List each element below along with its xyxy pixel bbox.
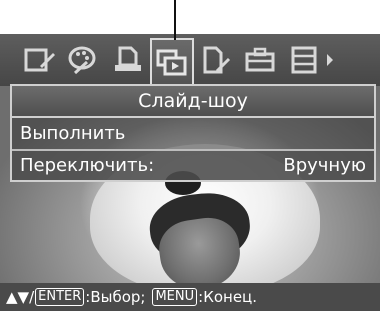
list-icon: [291, 46, 317, 74]
menu-tab-bar: [0, 34, 380, 86]
print-icon: [115, 46, 141, 71]
camera-screen: Слайд-шоу Выполнить Переключить: Вручную…: [0, 0, 380, 311]
toolbox-icon: [245, 47, 275, 72]
menu-item-execute[interactable]: Выполнить: [12, 118, 374, 149]
menu-item-label: Выполнить: [20, 123, 126, 144]
scroll-right-icon[interactable]: [326, 50, 334, 70]
slideshow-menu: Слайд-шоу Выполнить Переключить: Вручную: [10, 84, 376, 182]
palette-icon: [68, 46, 96, 75]
menu-title: Слайд-шоу: [12, 86, 374, 118]
menu-item-label: Переключить:: [20, 155, 155, 176]
menu-action-hint: :Конец.: [198, 288, 258, 306]
tab-file-settings[interactable]: [194, 38, 238, 82]
callout-pointer: [174, 0, 176, 40]
enter-key-badge: ENTER: [35, 288, 85, 306]
menu-item-value: Вручную: [283, 155, 366, 176]
slideshow-icon: [156, 49, 187, 76]
enter-action-hint: :Выбор;: [85, 288, 146, 306]
tab-toolbox[interactable]: [238, 38, 282, 82]
menu-key-badge: MENU: [152, 288, 198, 306]
tab-print[interactable]: [106, 38, 150, 82]
file-settings-icon: [203, 46, 231, 74]
help-bar: ▲▼/ ENTER :Выбор; MENU :Конец.: [0, 283, 380, 311]
arrow-keys-hint: ▲▼/: [6, 288, 35, 306]
edit-icon: [24, 48, 55, 72]
menu-item-switch[interactable]: Переключить: Вручную: [12, 149, 374, 180]
tab-palette[interactable]: [62, 38, 106, 82]
tab-slideshow[interactable]: [150, 38, 194, 86]
tab-list[interactable]: [282, 38, 326, 82]
tab-edit[interactable]: [18, 38, 62, 82]
